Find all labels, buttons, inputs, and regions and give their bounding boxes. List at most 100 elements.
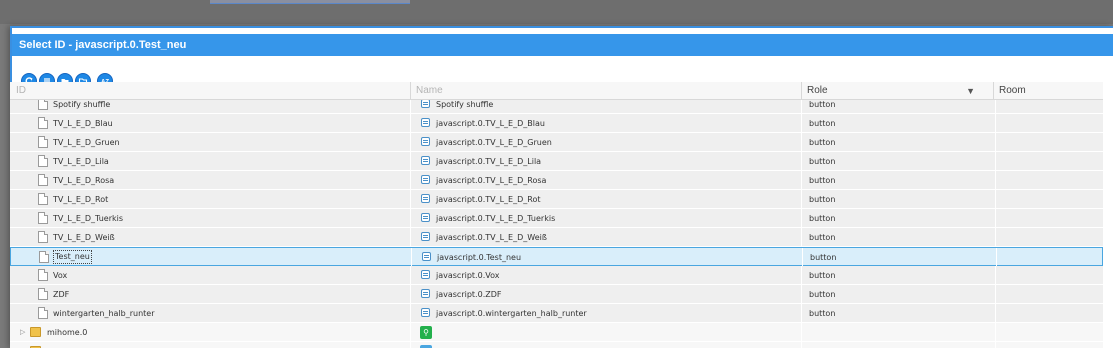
room-cell xyxy=(995,323,1103,342)
file-icon xyxy=(38,288,48,300)
script-icon xyxy=(421,270,430,279)
id-cell: TV_L_E_D_Blau xyxy=(10,114,410,133)
room-cell xyxy=(995,266,1103,285)
name-cell: Spotify shuffle xyxy=(410,100,801,114)
role-cell: button xyxy=(801,285,995,304)
room-cell xyxy=(995,100,1103,114)
column-header-role-label: Role xyxy=(807,85,828,96)
table-row[interactable]: TV_L_E_D_Blau javascript.0.TV_L_E_D_Blau b… xyxy=(10,114,1103,133)
name-cell: javascript.0.TV_L_E_D_Gruen xyxy=(410,133,801,152)
id-cell: Test_neu xyxy=(11,248,411,267)
id-cell: TV_L_E_D_Lila xyxy=(10,152,410,171)
room-cell xyxy=(995,133,1103,152)
name-cell: javascript.0.TV_L_E_D_Blau xyxy=(410,114,801,133)
table-row[interactable]: Vox javascript.0.Vox button xyxy=(10,266,1103,285)
object-id: Vox xyxy=(53,271,68,280)
table-row[interactable]: TV_L_E_D_Gruen javascript.0.TV_L_E_D_Grue… xyxy=(10,133,1103,152)
id-cell: TV_L_E_D_Tuerkis xyxy=(10,209,410,228)
table-row[interactable]: TV_L_E_D_Rosa javascript.0.TV_L_E_D_Rosa b… xyxy=(10,171,1103,190)
role-cell xyxy=(801,323,995,342)
table-row[interactable]: Test_neu javascript.0.Test_neu button xyxy=(10,247,1103,267)
id-cell: ▷ mihome.0 xyxy=(10,323,410,342)
object-name: javascript.0.TV_L_E_D_Blau xyxy=(436,119,545,128)
room-cell xyxy=(995,152,1103,171)
id-cell: ▷ xyxy=(10,342,410,348)
object-id: TV_L_E_D_Rosa xyxy=(53,176,115,185)
room-cell xyxy=(995,228,1103,247)
object-id: TV_L_E_D_Weiß xyxy=(53,233,115,242)
id-cell: TV_L_E_D_Weiß xyxy=(10,228,410,247)
id-cell: Vox xyxy=(10,266,410,285)
object-name: javascript.0.TV_L_E_D_Rot xyxy=(436,195,541,204)
id-cell: wintergarten_halb_runter xyxy=(10,304,410,323)
column-header-name[interactable]: Name xyxy=(410,82,801,100)
table-row[interactable]: TV_L_E_D_Lila javascript.0.TV_L_E_D_Lila b… xyxy=(10,152,1103,171)
object-id: wintergarten_halb_runter xyxy=(53,309,155,318)
role-filter-arrow-icon[interactable]: ▼ xyxy=(966,82,975,100)
script-icon xyxy=(421,137,430,146)
table-row-folder[interactable]: ▷ mihome.0 ⚲ xyxy=(10,323,1103,342)
table-row[interactable]: TV_L_E_D_Tuerkis javascript.0.TV_L_E_D_Tu… xyxy=(10,209,1103,228)
role-cell: button xyxy=(801,304,995,323)
column-header-role[interactable]: Role ▼ xyxy=(801,82,993,100)
expand-arrow-icon[interactable]: ▷ xyxy=(20,323,25,342)
id-cell: TV_L_E_D_Rot xyxy=(10,190,410,209)
object-id: mihome.0 xyxy=(47,328,88,337)
column-header-room[interactable]: Room xyxy=(993,82,1103,100)
file-icon xyxy=(39,251,49,263)
file-icon xyxy=(38,307,48,319)
script-icon xyxy=(421,100,430,108)
id-cell: Spotify shuffle xyxy=(10,100,410,114)
object-id: ZDF xyxy=(53,290,70,299)
room-cell xyxy=(995,304,1103,323)
room-cell xyxy=(995,171,1103,190)
object-id: TV_L_E_D_Lila xyxy=(53,157,109,166)
room-cell xyxy=(995,114,1103,133)
script-icon xyxy=(421,156,430,165)
id-cell: TV_L_E_D_Rosa xyxy=(10,171,410,190)
object-id: TV_L_E_D_Tuerkis xyxy=(53,214,124,223)
name-cell: javascript.0.TV_L_E_D_Rosa xyxy=(410,171,801,190)
name-cell: javascript.0.ZDF xyxy=(410,285,801,304)
script-icon xyxy=(421,118,430,127)
object-name: javascript.0.TV_L_E_D_Lila xyxy=(436,157,542,166)
role-cell: button xyxy=(801,171,995,190)
role-cell: button xyxy=(802,248,996,267)
file-icon xyxy=(38,174,48,186)
name-cell: javascript.0.TV_L_E_D_Tuerkis xyxy=(410,209,801,228)
folder-icon xyxy=(30,327,41,337)
script-icon xyxy=(421,194,430,203)
room-cell xyxy=(995,285,1103,304)
object-id: Test_neu xyxy=(53,250,92,264)
role-cell: button xyxy=(801,114,995,133)
name-cell: javascript.0.TV_L_E_D_Rot xyxy=(410,190,801,209)
adapter-icon: ⚲ xyxy=(420,326,432,339)
object-name: javascript.0.TV_L_E_D_Tuerkis xyxy=(436,214,556,223)
role-cell: button xyxy=(801,266,995,285)
table-row[interactable]: TV_L_E_D_Weiß javascript.0.TV_L_E_D_Weiß b… xyxy=(10,228,1103,247)
role-cell xyxy=(801,342,995,348)
object-name: javascript.0.Test_neu xyxy=(437,253,522,262)
table-row[interactable]: ZDF javascript.0.ZDF button xyxy=(10,285,1103,304)
name-cell: javascript.0.Test_neu xyxy=(411,248,802,267)
script-icon xyxy=(421,175,430,184)
name-cell: javascript.0.Vox xyxy=(410,266,801,285)
column-header-id[interactable]: ID xyxy=(10,82,410,100)
expand-arrow-icon[interactable]: ▷ xyxy=(20,342,25,348)
table-row[interactable]: wintergarten_halb_runter javascript.0.win… xyxy=(10,304,1103,323)
table-row[interactable]: Spotify shuffle Spotify shuffle button xyxy=(10,100,1103,114)
file-icon xyxy=(38,269,48,281)
object-name: javascript.0.ZDF xyxy=(436,290,502,299)
role-cell: button xyxy=(801,100,995,114)
room-cell xyxy=(995,342,1103,348)
object-name: javascript.0.wintergarten_halb_runter xyxy=(436,309,587,318)
script-icon xyxy=(421,232,430,241)
table-row-folder[interactable]: ▷ xyxy=(10,342,1103,348)
role-cell: button xyxy=(801,133,995,152)
object-name: javascript.0.Vox xyxy=(436,271,500,280)
script-icon xyxy=(421,289,430,298)
table-row[interactable]: TV_L_E_D_Rot javascript.0.TV_L_E_D_Rot but… xyxy=(10,190,1103,209)
background-window xyxy=(0,0,1113,24)
object-name: javascript.0.TV_L_E_D_Rosa xyxy=(436,176,547,185)
file-icon xyxy=(38,117,48,129)
